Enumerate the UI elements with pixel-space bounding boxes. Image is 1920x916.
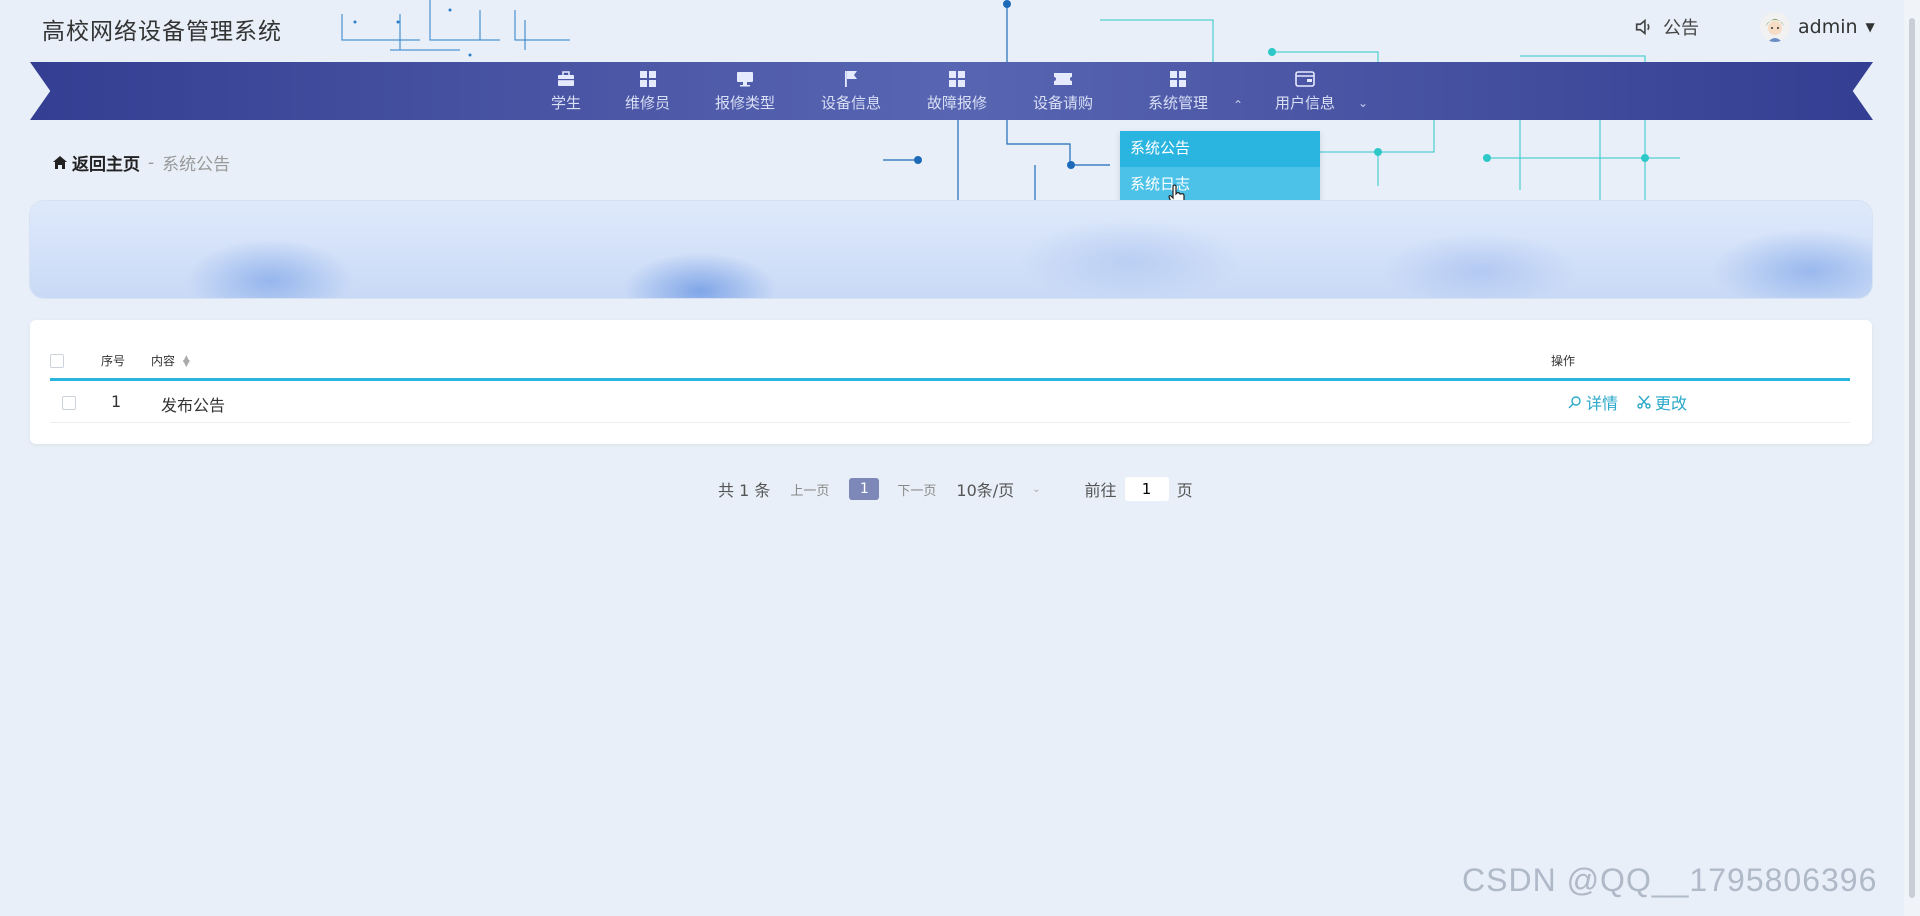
breadcrumb-home[interactable]: 返回主页	[52, 150, 140, 175]
row-index: 1	[111, 392, 122, 411]
speaker-icon	[1635, 18, 1650, 36]
nav-item-system-management[interactable]: 系统管理	[1148, 68, 1208, 113]
menu-item-system-notice[interactable]: 系统公告	[1120, 131, 1320, 165]
notice-label: 公告	[1663, 18, 1699, 39]
edit-button[interactable]: 更改	[1637, 390, 1687, 414]
next-page-button[interactable]: 下一页	[897, 480, 936, 499]
avatar	[1760, 12, 1790, 42]
wallet-icon	[1295, 68, 1315, 90]
table-card: 序号 内容 ▲ ▼ 操作 1 发布公告 详情 更改	[30, 320, 1872, 444]
breadcrumb-current: 系统公告	[162, 155, 231, 175]
ticket-icon	[1053, 68, 1073, 90]
row-checkbox[interactable]	[62, 396, 76, 410]
home-icon	[53, 156, 67, 169]
monitor-icon	[736, 68, 754, 90]
banner-image	[30, 201, 1872, 298]
page-jump-input[interactable]	[1124, 477, 1169, 501]
nav-item-repairman[interactable]: 维修员	[625, 68, 670, 113]
column-header-index: 序号	[101, 354, 126, 368]
caret-down-icon: ▼	[1865, 20, 1875, 34]
page-jumper: 前往 页	[1085, 477, 1193, 501]
sort-icon[interactable]: ▲ ▼	[183, 354, 190, 368]
nav-item-device-purchase[interactable]: 设备请购	[1033, 68, 1093, 113]
scrollbar-thumb[interactable]	[1909, 18, 1915, 898]
search-icon	[1568, 396, 1581, 409]
column-header-actions: 操作	[1551, 354, 1576, 368]
scissors-icon	[1637, 395, 1651, 409]
breadcrumb: 返回主页 - 系统公告	[52, 150, 230, 175]
breadcrumb-separator: -	[148, 152, 155, 173]
notice-button[interactable]: 公告	[1633, 14, 1699, 40]
detail-button[interactable]: 详情	[1568, 390, 1618, 414]
briefcase-icon	[557, 68, 575, 90]
user-name: admin	[1798, 16, 1858, 38]
app-title: 高校网络设备管理系统	[42, 19, 282, 45]
chevron-up-icon: ⌃	[1233, 98, 1244, 112]
row-content: 发布公告	[161, 396, 226, 415]
pagination-total: 共 1 条	[718, 481, 771, 500]
nav-item-repair-type[interactable]: 报修类型	[715, 68, 775, 113]
select-all-checkbox[interactable]	[50, 354, 64, 368]
user-menu[interactable]: admin ▼	[1760, 12, 1875, 42]
nav-item-student[interactable]: 学生	[551, 68, 581, 113]
page-scrollbar[interactable]	[1904, 0, 1920, 916]
grid-icon	[949, 68, 965, 90]
pagination: 共 1 条 上一页 1 下一页 10条/页 ⌄ 前往 页	[718, 477, 1193, 501]
grid-icon	[1170, 68, 1186, 90]
main-nav: 学生 维修员 报修类型 设备信息 故障报修 设备请购 系统管理 ⌃ 用户信息 ⌄	[0, 68, 1920, 118]
nav-item-fault-repair[interactable]: 故障报修	[927, 68, 987, 113]
column-header-content[interactable]: 内容 ▲ ▼	[151, 352, 190, 369]
prev-page-button[interactable]: 上一页	[790, 480, 829, 499]
grid-icon	[639, 68, 656, 90]
watermark: CSDN @QQ__1795806396	[1462, 862, 1878, 898]
page-size-select[interactable]: 10条/页 ⌄	[956, 477, 1040, 501]
table-row: 1 发布公告 详情 更改	[50, 382, 1850, 423]
table-header: 序号 内容 ▲ ▼ 操作	[50, 342, 1850, 381]
chevron-down-icon: ⌄	[1032, 483, 1041, 495]
system-management-dropdown: 系统公告 系统日志	[1120, 131, 1320, 207]
menu-item-system-log[interactable]: 系统日志	[1120, 167, 1320, 201]
nav-item-user-info[interactable]: 用户信息	[1275, 68, 1335, 113]
page-number-button[interactable]: 1	[849, 478, 880, 500]
chevron-down-icon: ⌄	[1358, 96, 1369, 110]
nav-item-device-info[interactable]: 设备信息	[821, 68, 881, 113]
flag-icon	[843, 68, 859, 90]
